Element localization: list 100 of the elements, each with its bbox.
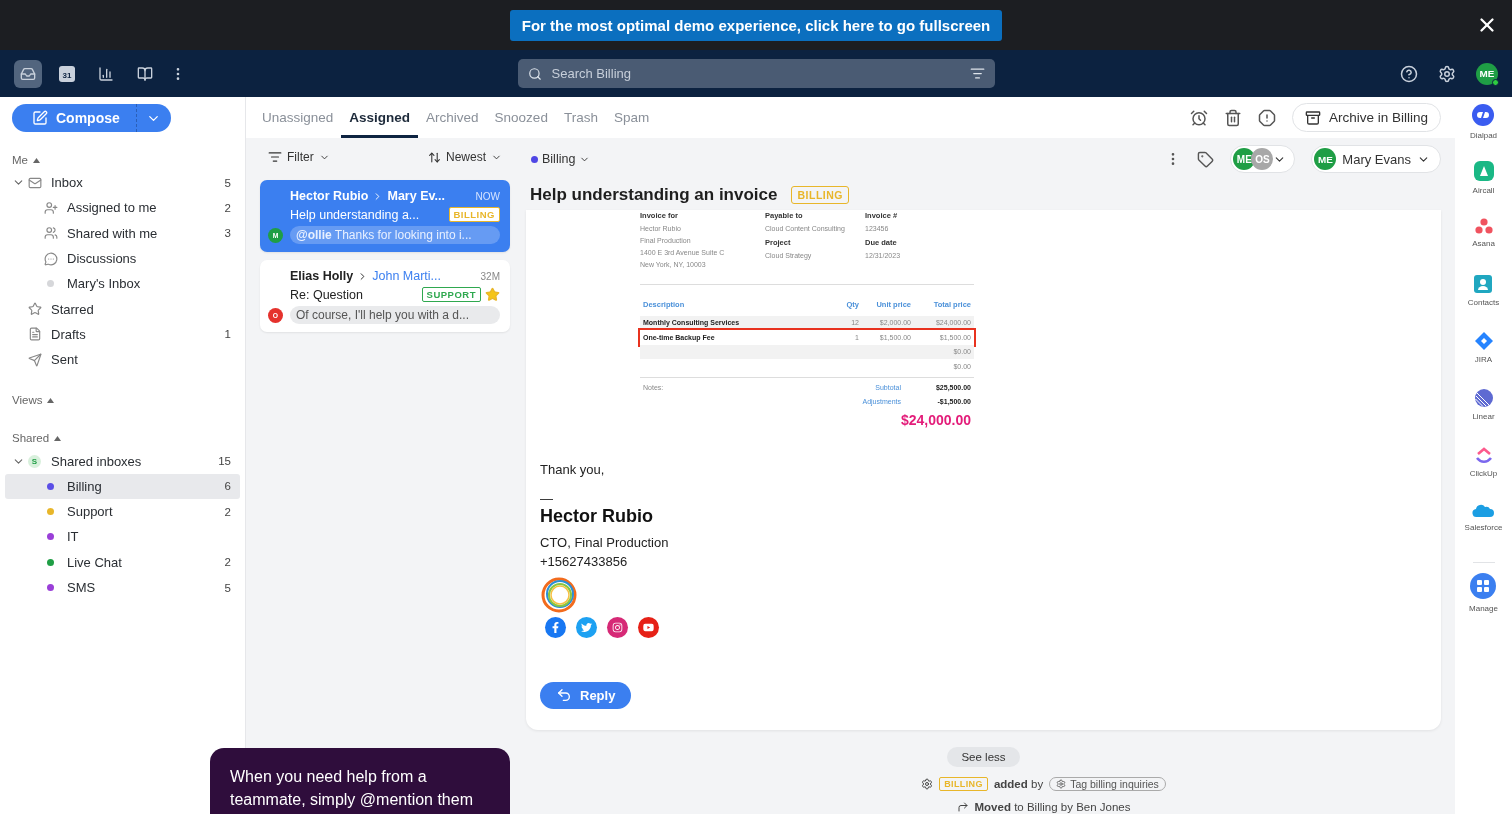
striped-circle-icon <box>1474 389 1493 407</box>
section-title[interactable]: Shared <box>12 432 50 445</box>
tag: SUPPORT <box>421 287 481 302</box>
signature-text: +15627433856 <box>540 552 629 571</box>
camera-icon[interactable] <box>607 616 628 638</box>
status-dot <box>47 280 54 288</box>
integration-button[interactable]: Aircall <box>1472 161 1495 218</box>
time: NOW <box>475 190 500 202</box>
sidebar-item[interactable]: Starred <box>5 296 240 322</box>
recipient-name: Mary Ev... <box>387 189 445 203</box>
archive-button[interactable]: Archive in Billing <box>1291 103 1441 132</box>
integration-button[interactable]: Manage <box>1469 573 1498 630</box>
compose-menu-button[interactable] <box>136 104 171 132</box>
rounded-square-icon <box>1473 161 1494 181</box>
send-icon <box>28 352 42 367</box>
signature-dash: — <box>540 490 554 506</box>
count: 2 <box>224 201 231 214</box>
calendar-button[interactable]: 31 <box>53 59 81 88</box>
sidebar-item[interactable]: SMS 5 <box>5 574 240 601</box>
sidebar-item[interactable]: IT <box>5 524 240 550</box>
count: 6 <box>224 480 231 493</box>
integration-button[interactable]: Salesforce <box>1464 503 1503 560</box>
sidebar-item[interactable]: Inbox 5 <box>5 170 240 196</box>
star-icon[interactable] <box>485 287 500 302</box>
bird-icon[interactable] <box>576 616 597 638</box>
grand-total: $24,000.00 <box>899 411 971 428</box>
caret-icon[interactable] <box>54 435 62 441</box>
pen-icon <box>32 110 48 126</box>
filter-button[interactable]: Filter <box>268 150 330 164</box>
move-arrow-icon <box>956 801 969 813</box>
sidebar-item[interactable]: Sent <box>5 347 240 373</box>
sidebar-item[interactable]: Live Chat 2 <box>5 549 240 575</box>
search-input[interactable]: Search Billing <box>549 65 962 82</box>
trash-icon[interactable] <box>1223 108 1242 127</box>
users-icon <box>44 226 58 241</box>
settings-icon[interactable] <box>1438 64 1456 83</box>
reply-button[interactable]: Reply <box>540 681 632 709</box>
sort-arrows-icon <box>428 150 441 164</box>
conversation-title: Help understanding an invoice <box>530 185 778 205</box>
tab[interactable]: Assigned <box>341 97 419 138</box>
chat-bubble-icon <box>1472 104 1495 126</box>
count: 5 <box>224 581 231 594</box>
integration-button[interactable]: Contacts <box>1467 275 1500 332</box>
integration-button[interactable]: ClickUp <box>1469 446 1498 503</box>
integration-button[interactable]: JIRA <box>1474 332 1493 389</box>
sidebar-item[interactable]: Shared with me 3 <box>5 220 240 246</box>
reply-arrow-icon <box>556 687 572 703</box>
gear-icon <box>921 778 934 790</box>
three-dots-icon <box>1474 218 1493 234</box>
diamond-icon <box>1474 332 1493 350</box>
caret-icon[interactable] <box>47 397 55 403</box>
sidebar-item[interactable]: Drafts 1 <box>5 321 240 348</box>
message-preview: Of course, I'll help you with a d... <box>290 306 500 324</box>
sidebar-item[interactable]: Mary's Inbox <box>5 271 240 297</box>
sidebar-item[interactable]: Assigned to me 2 <box>5 195 240 221</box>
cloud-icon <box>1472 503 1495 518</box>
play-icon[interactable] <box>638 616 659 638</box>
archive-box-icon <box>1304 109 1321 126</box>
search-icon <box>527 66 542 81</box>
star-icon <box>28 302 42 317</box>
tag-icon[interactable] <box>1197 150 1215 168</box>
subject: Re: Question <box>290 287 364 302</box>
see-less-button[interactable]: See less <box>947 747 1020 767</box>
sender-name: Elias Holly <box>290 269 354 283</box>
tip-popup: When you need help from a teammate, simply @mention them <box>210 748 510 814</box>
sender-name: Hector Rubio <box>290 189 369 203</box>
tag: BILLING <box>939 777 988 791</box>
sidebar-item[interactable]: Billing 6 <box>5 473 240 499</box>
integration-button[interactable]: Linear <box>1472 389 1495 446</box>
section-title[interactable]: Me <box>12 154 28 166</box>
integration-button[interactable]: Asana <box>1472 218 1495 275</box>
sidebar-item[interactable]: S Shared inboxes 15 <box>5 448 240 474</box>
fullscreen-banner[interactable]: For the most optimal demo experience, click here to go fullscreen <box>509 9 1003 41</box>
integration-button[interactable]: Dialpad <box>1469 104 1498 161</box>
signature-name: Hector Rubio <box>540 505 654 527</box>
alert-icon[interactable] <box>1257 108 1276 127</box>
count: 1 <box>224 328 231 341</box>
compose-button[interactable]: Compose <box>12 104 137 132</box>
inbox-badge: S <box>28 454 41 468</box>
sidebar-item[interactable]: Support 2 <box>5 498 240 525</box>
avatar: ME <box>1314 148 1337 170</box>
inbox-button[interactable] <box>14 59 42 88</box>
f-logo-icon[interactable] <box>545 616 566 638</box>
section-title[interactable]: Views <box>12 394 43 407</box>
search-field[interactable]: Search Billing <box>517 59 995 88</box>
help-icon[interactable] <box>1400 64 1418 83</box>
mail-icon <box>28 175 42 190</box>
filter-icon[interactable] <box>969 66 985 81</box>
assignee-dropdown[interactable]: ME Mary Evans <box>1311 145 1441 173</box>
sidebar-item[interactable]: Discussions <box>5 245 240 272</box>
count: 5 <box>224 176 231 189</box>
book-icon <box>137 64 153 83</box>
inbox-dropdown[interactable]: Billing <box>528 152 591 166</box>
recipient-name: John Marti... <box>372 269 441 283</box>
chat-bubble-icon <box>44 251 58 266</box>
sort-button[interactable]: Newest <box>428 150 502 164</box>
activity-text: Moved to Billing by Ben Jones <box>974 801 1131 813</box>
alarm-clock-icon[interactable] <box>1189 108 1208 127</box>
count: 3 <box>224 227 231 240</box>
caret-icon[interactable] <box>33 157 40 163</box>
